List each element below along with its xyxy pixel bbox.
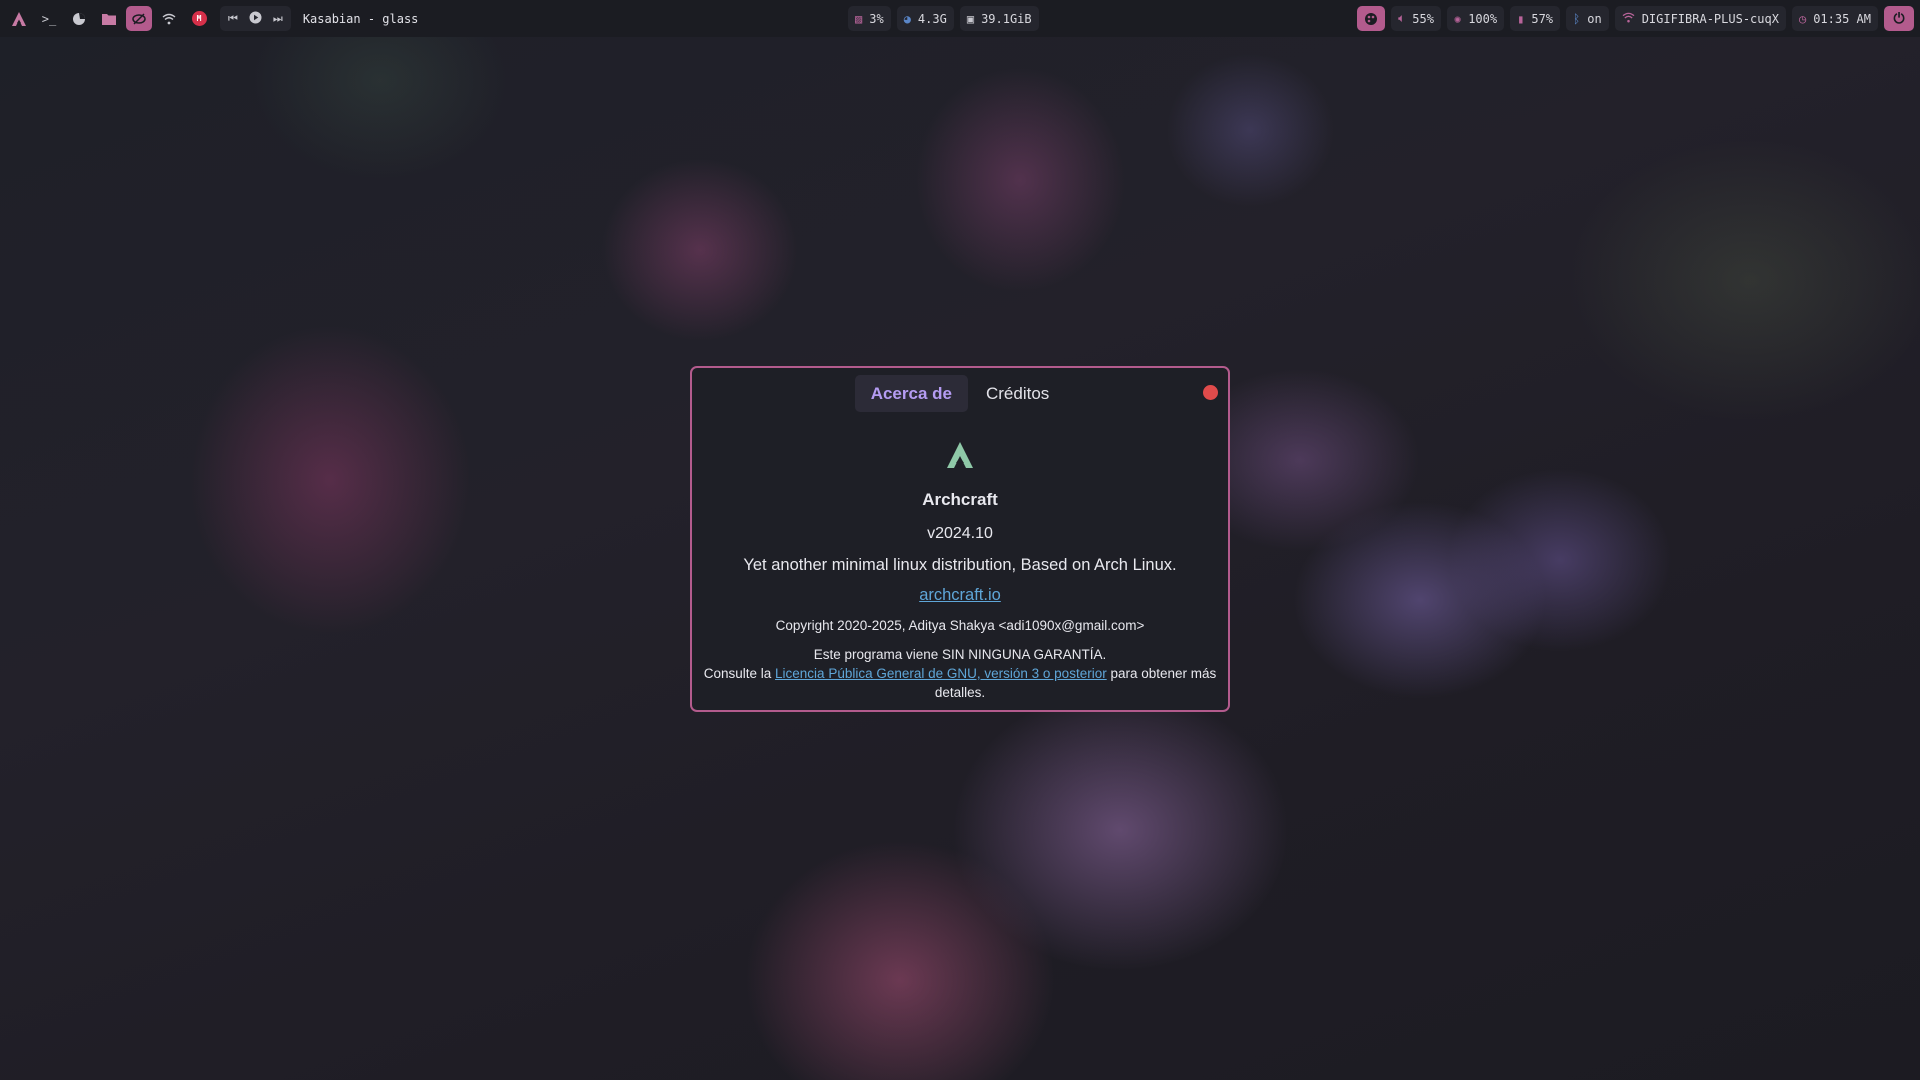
clock-value: 01:35 AM — [1813, 11, 1871, 26]
license-prefix: Consulte la — [703, 666, 776, 681]
cpu-chart-icon: ▨ — [855, 11, 863, 26]
archcraft-logo-icon[interactable] — [6, 6, 32, 31]
panel-center: ▨ 3% ◕ 4.3G ▣ 39.1GiB — [848, 6, 1039, 31]
memory-module[interactable]: ◕ 4.3G — [896, 6, 954, 31]
brightness-value: 100% — [1468, 11, 1498, 26]
disk-icon: ▣ — [966, 11, 975, 26]
terminal-icon[interactable]: >_ — [36, 6, 62, 31]
memory-value: 4.3G — [917, 11, 947, 26]
bluetooth-module[interactable]: ᛒ on — [1566, 6, 1609, 31]
wifi-icon[interactable] — [156, 6, 182, 31]
battery-module[interactable]: ▮ 57% — [1510, 6, 1561, 31]
website-link[interactable]: archcraft.io — [919, 586, 1001, 604]
battery-value: 57% — [1531, 11, 1554, 26]
panel-left: >_ M ⏮ ⏭ Kasabian - glass — [6, 6, 418, 31]
network-module[interactable]: DIGIFIBRA-PLUS-cuqX — [1614, 6, 1786, 31]
now-playing-title[interactable]: Kasabian - glass — [303, 12, 419, 26]
gmail-icon[interactable]: M — [186, 6, 212, 31]
bluetooth-icon: ᛒ — [1573, 11, 1581, 26]
battery-icon: ▮ — [1517, 11, 1525, 26]
panel-right: 🔈︎ 55% ✺ 100% ▮ 57% ᛒ on DIGIFIBRA-PLUS-… — [1357, 6, 1914, 31]
play-icon[interactable] — [249, 11, 262, 27]
clock-icon: ◷ — [1798, 11, 1807, 26]
license-details-line: Consulte la Licencia Pública General de … — [702, 664, 1218, 702]
volume-value: 55% — [1412, 11, 1434, 26]
website-row: archcraft.io — [692, 586, 1228, 605]
network-ssid: DIGIFIBRA-PLUS-cuqX — [1641, 11, 1779, 26]
tab-about[interactable]: Acerca de — [854, 375, 968, 412]
disk-module[interactable]: ▣ 39.1GiB — [959, 6, 1039, 31]
app-name: Archcraft — [922, 490, 998, 509]
cpu-value: 3% — [869, 11, 884, 26]
firefox-icon[interactable] — [66, 6, 92, 31]
eye-off-icon[interactable] — [126, 6, 152, 31]
brightness-icon: ✺ — [1453, 11, 1462, 26]
archcraft-app-logo-icon — [943, 438, 977, 472]
app-version: v2024.10 — [927, 525, 993, 542]
bluetooth-value: on — [1587, 11, 1602, 26]
gmail-badge: M — [191, 11, 207, 26]
top-panel: >_ M ⏮ ⏭ Kasabian - glass ▨ 3% ◕ 4.3G ▣ … — [0, 0, 1920, 37]
next-track-icon[interactable]: ⏭ — [273, 12, 283, 26]
dialog-tabs: Acerca de Créditos — [692, 375, 1228, 412]
close-button[interactable] — [1203, 385, 1218, 400]
folder-icon[interactable] — [96, 6, 122, 31]
previous-track-icon[interactable]: ⏮ — [228, 12, 238, 26]
disk-value: 39.1GiB — [981, 11, 1032, 26]
app-description: Yet another minimal linux distribution, … — [743, 556, 1177, 574]
license-warranty-line: Este programa viene SIN NINGUNA GARANTÍA… — [813, 647, 1107, 662]
license-link[interactable]: Licencia Pública General de GNU, versión… — [775, 666, 1107, 681]
color-picker-icon[interactable] — [1357, 6, 1386, 31]
volume-icon: 🔈︎ — [1398, 11, 1406, 25]
about-dialog: Acerca de Créditos Archcraft v2024.10 Ye… — [690, 366, 1230, 712]
power-icon[interactable]: ⏻ — [1884, 6, 1914, 31]
cpu-module[interactable]: ▨ 3% — [848, 6, 891, 31]
volume-module[interactable]: 🔈︎ 55% — [1391, 6, 1441, 31]
wifi-status-icon — [1622, 12, 1635, 26]
copyright-text: Copyright 2020-2025, Aditya Shakya <adi1… — [775, 618, 1145, 633]
tab-credits[interactable]: Créditos — [970, 375, 1065, 412]
memory-icon: ◕ — [903, 11, 911, 26]
clock-module[interactable]: ◷ 01:35 AM — [1791, 6, 1878, 31]
license-text: Este programa viene SIN NINGUNA GARANTÍA… — [702, 645, 1218, 702]
brightness-module[interactable]: ✺ 100% — [1446, 6, 1505, 31]
media-controls: ⏮ ⏭ — [220, 6, 291, 31]
